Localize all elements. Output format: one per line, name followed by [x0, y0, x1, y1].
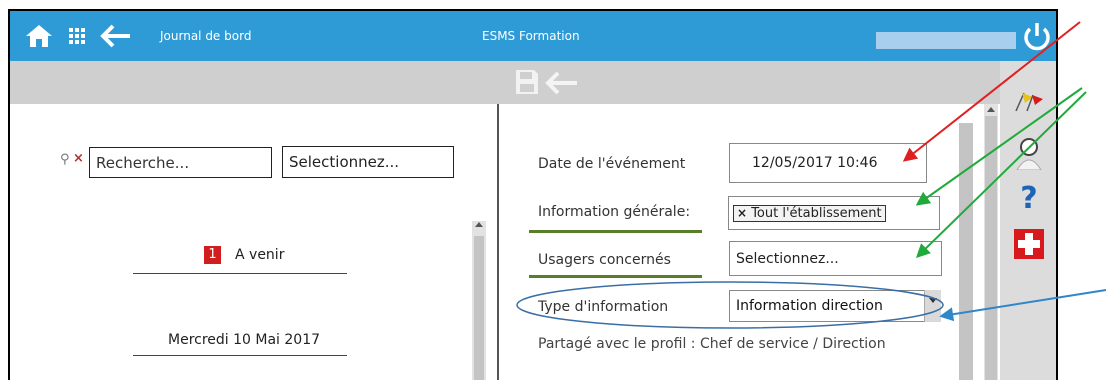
- left-scrollbar[interactable]: [472, 221, 486, 380]
- save-icon[interactable]: [515, 69, 539, 95]
- info-type-select[interactable]: Information direction: [729, 290, 940, 322]
- shared-with-text: Partagé avec le profil : Chef de service…: [538, 336, 886, 352]
- clear-search-icon[interactable]: ×: [73, 151, 84, 166]
- grid-menu-icon[interactable]: [69, 28, 85, 44]
- search-input[interactable]: Recherche...: [89, 147, 272, 178]
- form-scrollbar[interactable]: [959, 123, 973, 380]
- home-icon[interactable]: [24, 23, 54, 49]
- users-select[interactable]: Selectionnez...: [729, 241, 942, 276]
- flags-icon[interactable]: [1013, 89, 1045, 113]
- right-scrollbar[interactable]: [984, 104, 998, 380]
- nav-label[interactable]: Journal de bord: [160, 29, 251, 43]
- general-info-tag[interactable]: × Tout l'établissement: [733, 204, 886, 222]
- divider: [133, 273, 347, 274]
- toolbar: [10, 61, 1000, 104]
- app-title: ESMS Formation: [482, 29, 580, 43]
- help-icon[interactable]: ?: [1017, 181, 1041, 217]
- panel-splitter[interactable]: [497, 104, 499, 380]
- info-type-label: Type d'information: [538, 299, 669, 315]
- scroll-thumb[interactable]: [474, 236, 484, 380]
- remove-tag-icon[interactable]: ×: [737, 206, 747, 220]
- scroll-up-icon[interactable]: [987, 107, 995, 112]
- back-arrow-icon[interactable]: [100, 24, 132, 48]
- event-date-label: Date de l'événement: [538, 156, 686, 172]
- app-window: Journal de bord ESMS Formation ? ⚲ × Rec…: [8, 9, 1058, 380]
- profile-icon[interactable]: [1015, 136, 1043, 170]
- power-icon[interactable]: [1022, 20, 1052, 52]
- label-underline: [529, 230, 702, 233]
- side-icons: ?: [1000, 61, 1056, 380]
- divider: [133, 355, 347, 356]
- search-icon[interactable]: ⚲: [60, 152, 70, 167]
- scroll-thumb[interactable]: [985, 116, 997, 380]
- event-date-field[interactable]: 12/05/2017 10:46: [729, 143, 927, 183]
- scroll-up-icon[interactable]: [475, 222, 483, 227]
- chevron-down-icon: [929, 298, 937, 303]
- return-arrow-icon[interactable]: [545, 71, 579, 95]
- general-info-field[interactable]: × Tout l'établissement: [728, 196, 940, 230]
- label-underline: [529, 275, 702, 278]
- top-bar: Journal de bord ESMS Formation: [10, 11, 1056, 61]
- date-header: Mercredi 10 Mai 2017: [168, 332, 321, 348]
- general-info-label: Information générale:: [538, 204, 691, 220]
- general-info-tag-label: Tout l'établissement: [751, 205, 882, 221]
- upcoming-label[interactable]: A venir: [235, 247, 284, 263]
- first-aid-icon[interactable]: [1014, 229, 1044, 259]
- upcoming-badge: 1: [204, 246, 221, 264]
- filter-select[interactable]: Selectionnez...: [282, 146, 454, 178]
- users-label: Usagers concernés: [538, 252, 671, 268]
- user-name-field: [876, 32, 1016, 49]
- dropdown-toggle[interactable]: [924, 290, 941, 322]
